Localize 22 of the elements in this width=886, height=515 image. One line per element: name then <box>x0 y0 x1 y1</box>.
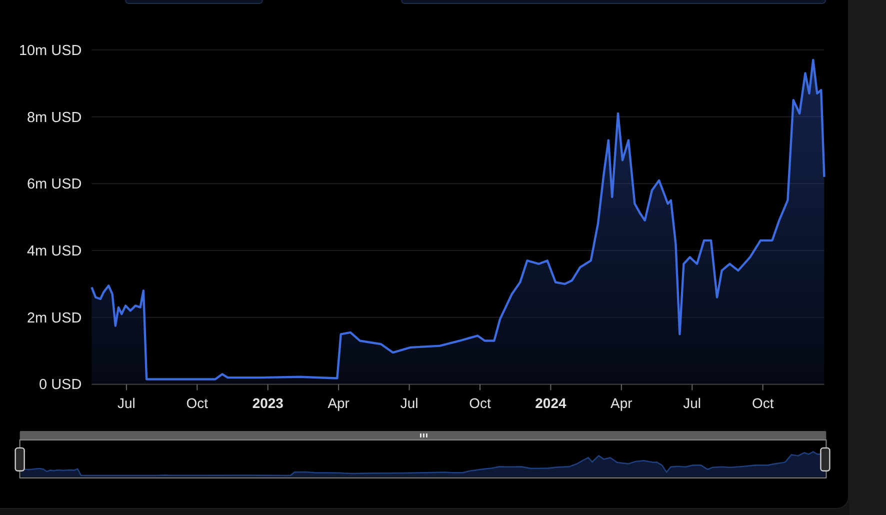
y-axis-label: 8m USD <box>27 110 82 126</box>
grip-icon[interactable] <box>420 434 428 438</box>
y-axis-label: 6m USD <box>27 176 82 193</box>
toggle-button[interactable] <box>401 0 826 4</box>
x-axis-label: Oct <box>469 395 491 412</box>
y-axis-label: 0 USD <box>39 377 82 394</box>
toggle-button[interactable] <box>125 0 263 4</box>
scrollbar[interactable] <box>20 431 826 440</box>
x-axis-label: 2023 <box>252 395 284 412</box>
x-axis-label: Apr <box>328 395 350 412</box>
x-axis-label: Jul <box>118 395 136 412</box>
slider-handle[interactable] <box>14 448 25 472</box>
x-axis-label: Jul <box>400 395 418 412</box>
x-axis-label: Oct <box>752 395 774 412</box>
y-axis-label: 4m USD <box>27 244 82 260</box>
x-axis-label: Jul <box>683 395 702 412</box>
x-axis-label: 2024 <box>535 395 566 412</box>
y-axis-label: 2m USD <box>27 310 82 326</box>
x-axis-label: Apr <box>610 395 632 412</box>
x-axis-label: Oct <box>186 395 208 412</box>
slider-handle[interactable] <box>820 448 830 472</box>
y-axis-label: 10m USD <box>18 42 82 59</box>
